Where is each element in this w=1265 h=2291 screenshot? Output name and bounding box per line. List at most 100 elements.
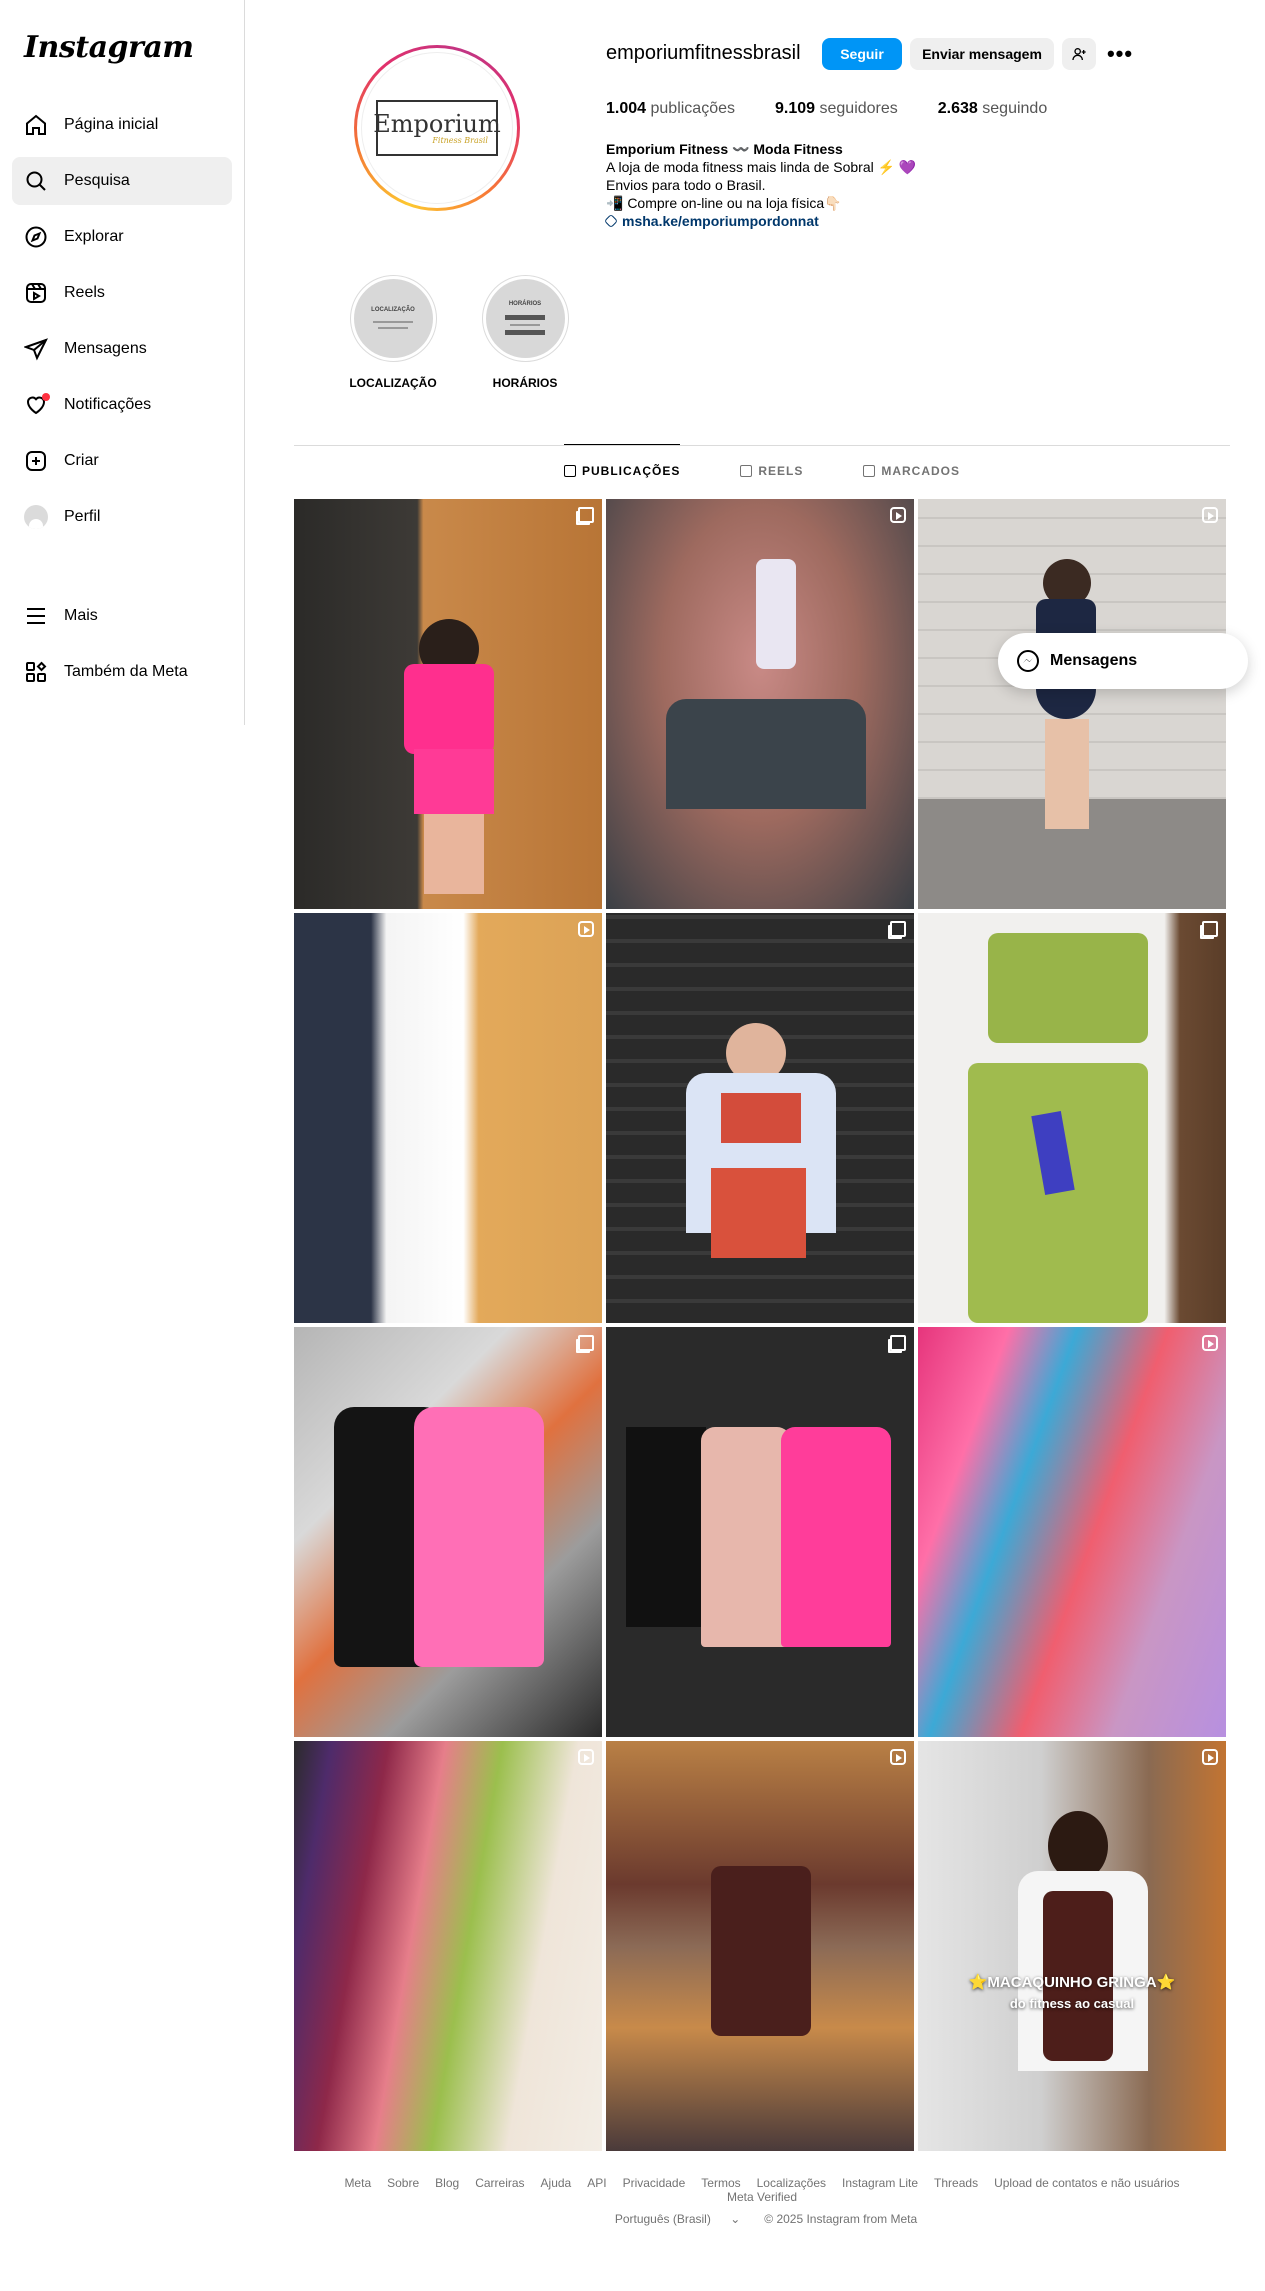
footer-link[interactable]: Privacidade bbox=[623, 2176, 686, 2190]
post-tile[interactable] bbox=[606, 1741, 914, 2151]
brand-logo-text: Emporium bbox=[373, 109, 501, 138]
sidebar-item-label: Explorar bbox=[64, 228, 124, 245]
bio-line: A loja de moda fitness mais linda de Sob… bbox=[606, 159, 917, 175]
post-tile[interactable] bbox=[294, 1741, 602, 2151]
post-tile[interactable] bbox=[606, 1327, 914, 1737]
reel-icon bbox=[578, 1749, 594, 1765]
footer-link[interactable]: API bbox=[587, 2176, 606, 2190]
home-icon bbox=[24, 113, 48, 137]
reel-icon bbox=[578, 921, 594, 937]
sidebar-item-create[interactable]: Criar bbox=[12, 437, 232, 485]
reel-icon bbox=[1202, 1749, 1218, 1765]
tab-reels[interactable]: REELS bbox=[740, 444, 803, 496]
tagged-icon bbox=[863, 464, 876, 477]
post-tile[interactable] bbox=[294, 499, 602, 909]
compass-icon bbox=[24, 225, 48, 249]
reel-icon bbox=[890, 507, 906, 523]
profile-picture[interactable]: Emporium Fitness Brasil bbox=[354, 45, 520, 211]
footer-link[interactable]: Termos bbox=[701, 2176, 740, 2190]
footer-link[interactable]: Meta bbox=[344, 2176, 371, 2190]
messages-floating-button[interactable]: Mensagens bbox=[998, 633, 1248, 689]
sidebar-item-home[interactable]: Página inicial bbox=[12, 101, 232, 149]
post-overlay-title: ⭐MACAQUINHO GRINGA⭐ bbox=[968, 1974, 1176, 1991]
reels-icon bbox=[740, 464, 753, 477]
instagram-logo[interactable]: Instagram bbox=[24, 30, 194, 65]
footer-link[interactable]: Threads bbox=[934, 2176, 978, 2190]
footer-links: Meta Sobre Blog Carreiras Ajuda API Priv… bbox=[294, 2176, 1230, 2204]
suggested-accounts-button[interactable] bbox=[1062, 38, 1096, 70]
carousel-icon bbox=[1202, 921, 1218, 937]
followers-count[interactable]: 9.109 seguidores bbox=[775, 100, 898, 118]
heart-icon bbox=[24, 393, 50, 417]
post-overlay-subtitle: do fitness ao casual bbox=[1009, 1996, 1135, 2011]
footer-link[interactable]: Ajuda bbox=[541, 2176, 572, 2190]
post-tile[interactable] bbox=[918, 1327, 1226, 1737]
carousel-icon bbox=[578, 507, 594, 523]
highlight-localizacao[interactable]: LOCALIZAÇÃO LOCALIZAÇÃO bbox=[338, 275, 448, 390]
reel-icon bbox=[1202, 507, 1218, 523]
highlight-horarios[interactable]: HORÁRIOS HORÁRIOS bbox=[470, 275, 580, 390]
bio-link[interactable]: msha.ke/emporiumpordonnat bbox=[603, 212, 1026, 230]
post-tile[interactable] bbox=[606, 913, 914, 1323]
reel-icon bbox=[1202, 1335, 1218, 1351]
sidebar-item-label: Página inicial bbox=[64, 116, 159, 133]
post-tile[interactable] bbox=[294, 1327, 602, 1737]
brand-logo-subtext: Fitness Brasil bbox=[432, 135, 488, 145]
sidebar-item-label: Pesquisa bbox=[64, 172, 130, 189]
footer-link[interactable]: Sobre bbox=[387, 2176, 419, 2190]
footer-link[interactable]: Upload de contatos e não usuários bbox=[994, 2176, 1179, 2190]
profile-tabs: PUBLICAÇÕES REELS MARCADOS bbox=[294, 444, 1230, 496]
sidebar-item-messages[interactable]: Mensagens bbox=[12, 325, 232, 373]
post-tile[interactable] bbox=[606, 499, 914, 909]
sidebar-lower: Mais Também da Meta bbox=[12, 592, 232, 704]
more-options-button[interactable]: ••• bbox=[1106, 38, 1134, 70]
footer-link[interactable]: Localizações bbox=[757, 2176, 826, 2190]
bio-line: 📲 Compre on-line ou na loja física👇🏻 bbox=[606, 195, 842, 211]
sidebar-item-label: Criar bbox=[64, 452, 99, 469]
tab-tagged[interactable]: MARCADOS bbox=[863, 444, 960, 496]
ellipsis-icon: ••• bbox=[1106, 41, 1134, 66]
footer-link[interactable]: Instagram Lite bbox=[842, 2176, 918, 2190]
language-selector[interactable]: Português (Brasil) ⌄ bbox=[607, 2212, 748, 2226]
sidebar-item-label: Mais bbox=[64, 607, 98, 624]
profile-stats: 1.004 publicações 9.109 seguidores 2.638… bbox=[606, 100, 1087, 118]
sidebar-item-explore[interactable]: Explorar bbox=[12, 213, 232, 261]
sidebar-item-label: Notificações bbox=[64, 396, 152, 413]
sidebar-item-search[interactable]: Pesquisa bbox=[12, 157, 232, 205]
highlight-cover-title: LOCALIZAÇÃO bbox=[371, 306, 415, 313]
footer-link[interactable]: Blog bbox=[435, 2176, 459, 2190]
post-tile[interactable] bbox=[918, 499, 1226, 909]
footer-meta: Português (Brasil) ⌄ © 2025 Instagram fr… bbox=[294, 2212, 1230, 2226]
bio-name: Emporium Fitness 〰️ Moda Fitness bbox=[606, 141, 843, 157]
sidebar-item-reels[interactable]: Reels bbox=[12, 269, 232, 317]
sidebar-item-profile[interactable]: Perfil bbox=[12, 493, 232, 541]
carousel-icon bbox=[890, 1335, 906, 1351]
post-tile[interactable] bbox=[294, 913, 602, 1323]
following-count[interactable]: 2.638 seguindo bbox=[938, 100, 1047, 118]
add-person-icon bbox=[1072, 48, 1086, 61]
sidebar-item-label: Perfil bbox=[64, 508, 101, 525]
sidebar-item-more[interactable]: Mais bbox=[12, 592, 232, 640]
send-icon bbox=[24, 337, 48, 361]
meta-apps-icon bbox=[24, 660, 48, 684]
reel-icon bbox=[890, 1749, 906, 1765]
post-tile[interactable] bbox=[918, 913, 1226, 1323]
carousel-icon bbox=[578, 1335, 594, 1351]
follow-button[interactable]: Seguir bbox=[822, 38, 902, 70]
bio-line: Envios para todo o Brasil. bbox=[606, 177, 766, 193]
post-tile[interactable]: ⭐MACAQUINHO GRINGA⭐ do fitness ao casual bbox=[918, 1741, 1226, 2151]
plus-square-icon bbox=[24, 449, 48, 473]
highlight-label: HORÁRIOS bbox=[492, 376, 558, 390]
tab-posts[interactable]: PUBLICAÇÕES bbox=[563, 444, 681, 496]
footer-link[interactable]: Meta Verified bbox=[727, 2190, 797, 2204]
search-icon bbox=[24, 169, 48, 193]
posts-count: 1.004 publicações bbox=[606, 100, 735, 117]
sidebar-item-notifications[interactable]: Notificações bbox=[12, 381, 232, 429]
sidebar-item-meta[interactable]: Também da Meta bbox=[12, 648, 232, 696]
footer-link[interactable]: Carreiras bbox=[475, 2176, 524, 2190]
highlight-label: LOCALIZAÇÃO bbox=[349, 376, 437, 390]
messages-floating-label: Mensagens bbox=[1050, 652, 1138, 669]
send-message-button[interactable]: Enviar mensagem bbox=[910, 38, 1054, 70]
copyright: © 2025 Instagram from Meta bbox=[764, 2212, 918, 2226]
posts-grid: ⭐MACAQUINHO GRINGA⭐ do fitness ao casual bbox=[294, 499, 1226, 2151]
